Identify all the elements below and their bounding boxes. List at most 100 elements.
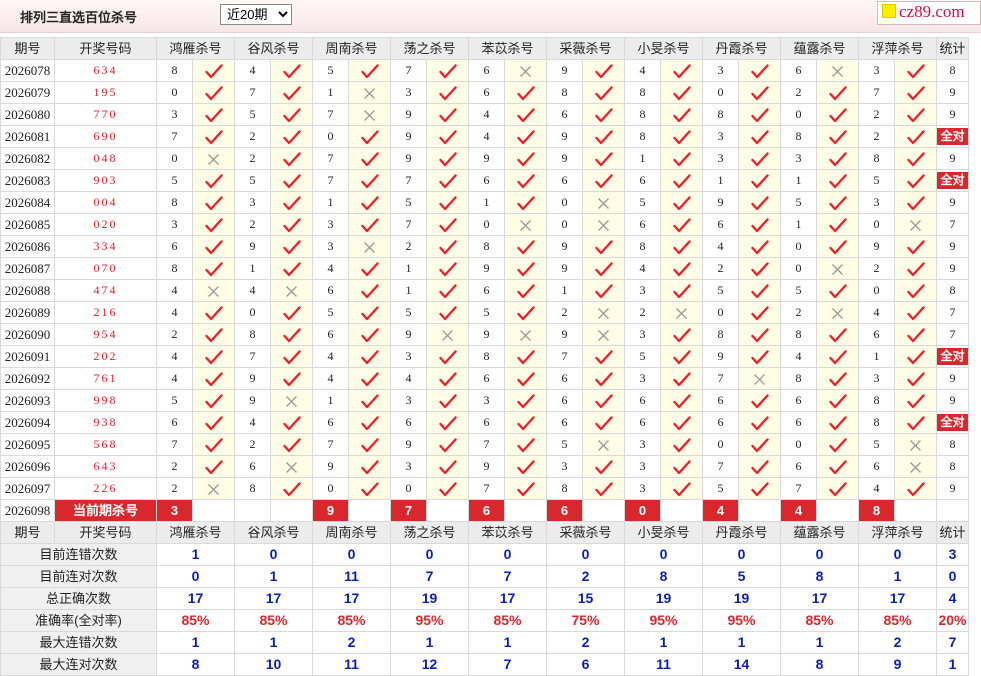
- result-cell: [193, 192, 234, 213]
- check-icon: [750, 284, 769, 299]
- check-icon: [360, 350, 379, 365]
- site-logo[interactable]: cz89.com: [877, 1, 981, 25]
- check-icon: [594, 152, 613, 167]
- check-icon: [672, 64, 691, 79]
- stats-row: 目前连对次数 0 1 11 7 7 2 8 5 8 1 0: [1, 566, 968, 587]
- kill-number-cell: 1: [781, 170, 816, 191]
- result-cell: [505, 434, 546, 455]
- check-icon: [672, 262, 691, 277]
- check-icon: [204, 174, 223, 189]
- kill-number-cell: 3: [547, 456, 582, 477]
- header-issue: 期号: [1, 522, 54, 543]
- kill-number-cell: 2: [547, 302, 582, 323]
- result-cell: [583, 104, 624, 125]
- kill-number-cell: 5: [781, 280, 816, 301]
- kill-number-cell: 5: [781, 192, 816, 213]
- kill-number-cell: 9: [469, 258, 504, 279]
- issue-cell: 2026078: [1, 60, 54, 81]
- check-icon: [828, 394, 847, 409]
- result-cell: [427, 126, 468, 147]
- draw-number-cell: 761: [55, 368, 156, 389]
- result-cell: [583, 148, 624, 169]
- result-cell: [739, 302, 780, 323]
- kill-number-cell: 9: [859, 236, 894, 257]
- header-expert: 浮萍杀号: [859, 38, 936, 59]
- stats-value: 1: [235, 566, 312, 587]
- kill-number-cell: 5: [859, 170, 894, 191]
- table-header-row: 期号 开奖号码 鸿雁杀号 谷风杀号 周南杀号 荡之杀号 苯苡杀号 采薇杀号 小旻杀号 丹霞杀号 蕴露…: [1, 38, 968, 59]
- result-cell: [661, 192, 702, 213]
- check-icon: [672, 284, 691, 299]
- all-correct-badge: 全对: [937, 128, 968, 145]
- kill-number-cell: 3: [625, 280, 660, 301]
- stats-value: 17: [859, 588, 936, 609]
- result-cell: [427, 170, 468, 191]
- kill-number-cell: 7: [313, 104, 348, 125]
- draw-number-cell: 643: [55, 456, 156, 477]
- stats-value: 1: [937, 654, 968, 675]
- check-icon: [516, 416, 535, 431]
- logo-text: cz89.com: [899, 2, 965, 21]
- header-stat: 统计: [937, 522, 968, 543]
- kill-number-cell: 8: [625, 126, 660, 147]
- check-icon: [516, 152, 535, 167]
- stats-value: 0: [859, 544, 936, 565]
- result-cell: [505, 302, 546, 323]
- stat-cell: 9: [937, 390, 968, 411]
- kill-number-cell: 3: [391, 456, 426, 477]
- result-cell: [583, 82, 624, 103]
- check-icon: [828, 284, 847, 299]
- check-icon: [360, 416, 379, 431]
- check-icon: [360, 284, 379, 299]
- result-cell: [427, 478, 468, 499]
- kill-number-cell: 3: [157, 104, 192, 125]
- result-cell: [661, 280, 702, 301]
- period-select[interactable]: 近20期: [220, 4, 292, 25]
- stats-value: 19: [391, 588, 468, 609]
- result-cell: [895, 346, 936, 367]
- kill-number-cell: 5: [235, 104, 270, 125]
- check-icon: [516, 460, 535, 475]
- kill-number-cell: 6: [157, 412, 192, 433]
- result-cell: [349, 434, 390, 455]
- kill-number-cell: 4: [157, 346, 192, 367]
- result-cell: [739, 60, 780, 81]
- draw-number-cell: 020: [55, 214, 156, 235]
- check-icon: [438, 262, 457, 277]
- result-cell: [895, 258, 936, 279]
- stats-value: 19: [625, 588, 702, 609]
- result-cell: [817, 192, 858, 213]
- result-cell: [739, 126, 780, 147]
- kill-number-cell: 5: [235, 170, 270, 191]
- check-icon: [672, 86, 691, 101]
- kill-number-cell: 5: [313, 60, 348, 81]
- check-icon: [906, 416, 925, 431]
- current-kill-label: 当前期杀号: [55, 500, 156, 521]
- result-cell: [739, 236, 780, 257]
- result-cell: [895, 60, 936, 81]
- check-icon: [204, 460, 223, 475]
- stat-cell: 9: [937, 236, 968, 257]
- check-icon: [282, 218, 301, 233]
- result-cell: [271, 82, 312, 103]
- header-expert: 谷风杀号: [235, 38, 312, 59]
- kill-number-cell: 6: [547, 368, 582, 389]
- kill-number-cell: 7: [391, 60, 426, 81]
- result-cell: [427, 346, 468, 367]
- check-icon: [204, 240, 223, 255]
- header-expert: 丹霞杀号: [703, 38, 780, 59]
- result-cell: [817, 368, 858, 389]
- current-kill-number: 9: [313, 500, 348, 521]
- kill-number-cell: 6: [469, 170, 504, 191]
- result-cell: [583, 324, 624, 345]
- check-icon: [906, 130, 925, 145]
- check-icon: [204, 328, 223, 343]
- result-cell: [427, 412, 468, 433]
- stats-value: 85%: [859, 610, 936, 631]
- result-cell: [271, 280, 312, 301]
- result-cell: [739, 412, 780, 433]
- result-cell: [895, 126, 936, 147]
- check-icon: [360, 64, 379, 79]
- check-icon: [438, 482, 457, 497]
- check-icon: [828, 350, 847, 365]
